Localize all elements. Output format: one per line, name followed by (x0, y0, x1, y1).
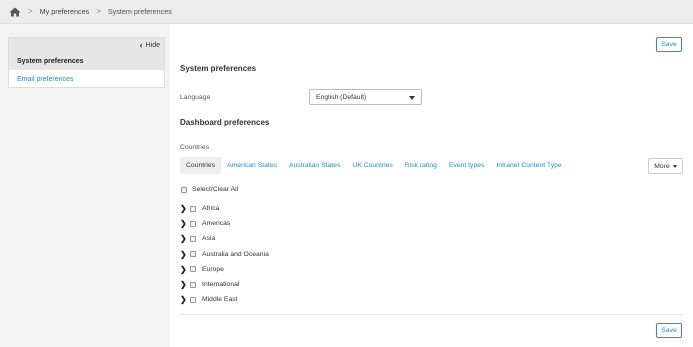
list-item: ❯ Americas (180, 216, 269, 231)
tab-risk-rating[interactable]: Risk rating (399, 157, 443, 174)
caret-down-icon (409, 96, 415, 100)
countries-label: Countries (180, 144, 210, 151)
region-label: Australia and Oceania (202, 250, 269, 258)
list-item: ❯ Europe (180, 262, 269, 277)
language-select[interactable]: English (Default) (309, 89, 422, 105)
chevron-right-icon[interactable]: ❯ (180, 204, 188, 213)
home-icon[interactable] (9, 7, 21, 17)
list-item: ❯ Asia (180, 231, 269, 246)
chevron-right-icon[interactable]: ❯ (180, 219, 188, 228)
chevron-right-icon[interactable]: ❯ (180, 265, 188, 274)
save-button-top[interactable]: Save (656, 37, 682, 52)
breadcrumb-separator-icon: > (96, 7, 101, 16)
chevron-left-icon: ‹ (139, 40, 143, 50)
tab-american-states[interactable]: American States (221, 157, 283, 174)
region-label: Asia (202, 235, 216, 243)
more-label: More (654, 162, 670, 170)
sidebar-item-system-preferences[interactable]: System preferences (9, 52, 164, 70)
region-label: Europe (202, 265, 224, 273)
caret-down-icon (672, 164, 677, 168)
list-item: ❯ Middle East (180, 292, 269, 307)
region-checkbox[interactable] (190, 281, 196, 288)
language-value: English (Default) (316, 93, 367, 101)
main-panel: Save System preferences Language English… (170, 24, 693, 347)
breadcrumb-my-preferences[interactable]: My preferences (40, 7, 90, 16)
hide-label: Hide (145, 41, 160, 49)
region-checkbox[interactable] (190, 235, 196, 242)
system-preferences-heading: System preferences (180, 64, 257, 73)
region-checkbox[interactable] (190, 220, 196, 227)
category-tabs: Countries American States Australian Sta… (180, 157, 568, 174)
region-checkbox[interactable] (190, 205, 196, 212)
region-label: Middle East (202, 296, 238, 304)
select-all-label: Select/Clear All (192, 186, 239, 193)
list-item: ❯ International (180, 277, 269, 292)
chevron-right-icon[interactable]: ❯ (180, 295, 188, 304)
region-checkbox[interactable] (190, 266, 196, 273)
more-tabs-button[interactable]: More (648, 158, 683, 174)
region-label: Africa (202, 205, 220, 213)
save-button-bottom[interactable]: Save (656, 323, 682, 338)
region-checkbox[interactable] (190, 251, 196, 258)
breadcrumb-system-preferences: System preferences (107, 7, 172, 16)
breadcrumb: > My preferences > System preferences (0, 0, 693, 24)
language-label: Language (180, 94, 211, 101)
chevron-right-icon[interactable]: ❯ (180, 280, 188, 289)
tab-event-types[interactable]: Event types (443, 157, 491, 174)
sidebar-item-email-preferences[interactable]: Email preferences (9, 70, 164, 88)
tab-australian-states[interactable]: Australian States (283, 157, 346, 174)
select-all-row[interactable]: Select/Clear All (181, 186, 238, 193)
chevron-right-icon[interactable]: ❯ (180, 234, 188, 243)
sidebar: ‹ Hide System preferences Email preferen… (8, 37, 165, 88)
region-checkbox[interactable] (190, 296, 196, 303)
select-all-checkbox[interactable] (181, 186, 187, 193)
tab-intranet-content-type[interactable]: Intranet Content Type (490, 157, 567, 174)
chevron-right-icon[interactable]: ❯ (180, 250, 188, 259)
tab-countries[interactable]: Countries (180, 157, 222, 174)
region-label: International (202, 281, 240, 289)
list-item: ❯ Africa (180, 201, 269, 216)
sidebar-hide-toggle[interactable]: ‹ Hide (9, 38, 164, 52)
tab-uk-countries[interactable]: UK Countries (346, 157, 398, 174)
region-label: Americas (202, 220, 231, 228)
dashboard-preferences-heading: Dashboard preferences (180, 118, 270, 127)
region-tree: ❯ Africa ❯ Americas ❯ Asia ❯ Australia a… (180, 201, 269, 307)
list-item: ❯ Australia and Oceania (180, 247, 269, 262)
divider (180, 314, 683, 315)
breadcrumb-separator-icon: > (28, 7, 33, 16)
